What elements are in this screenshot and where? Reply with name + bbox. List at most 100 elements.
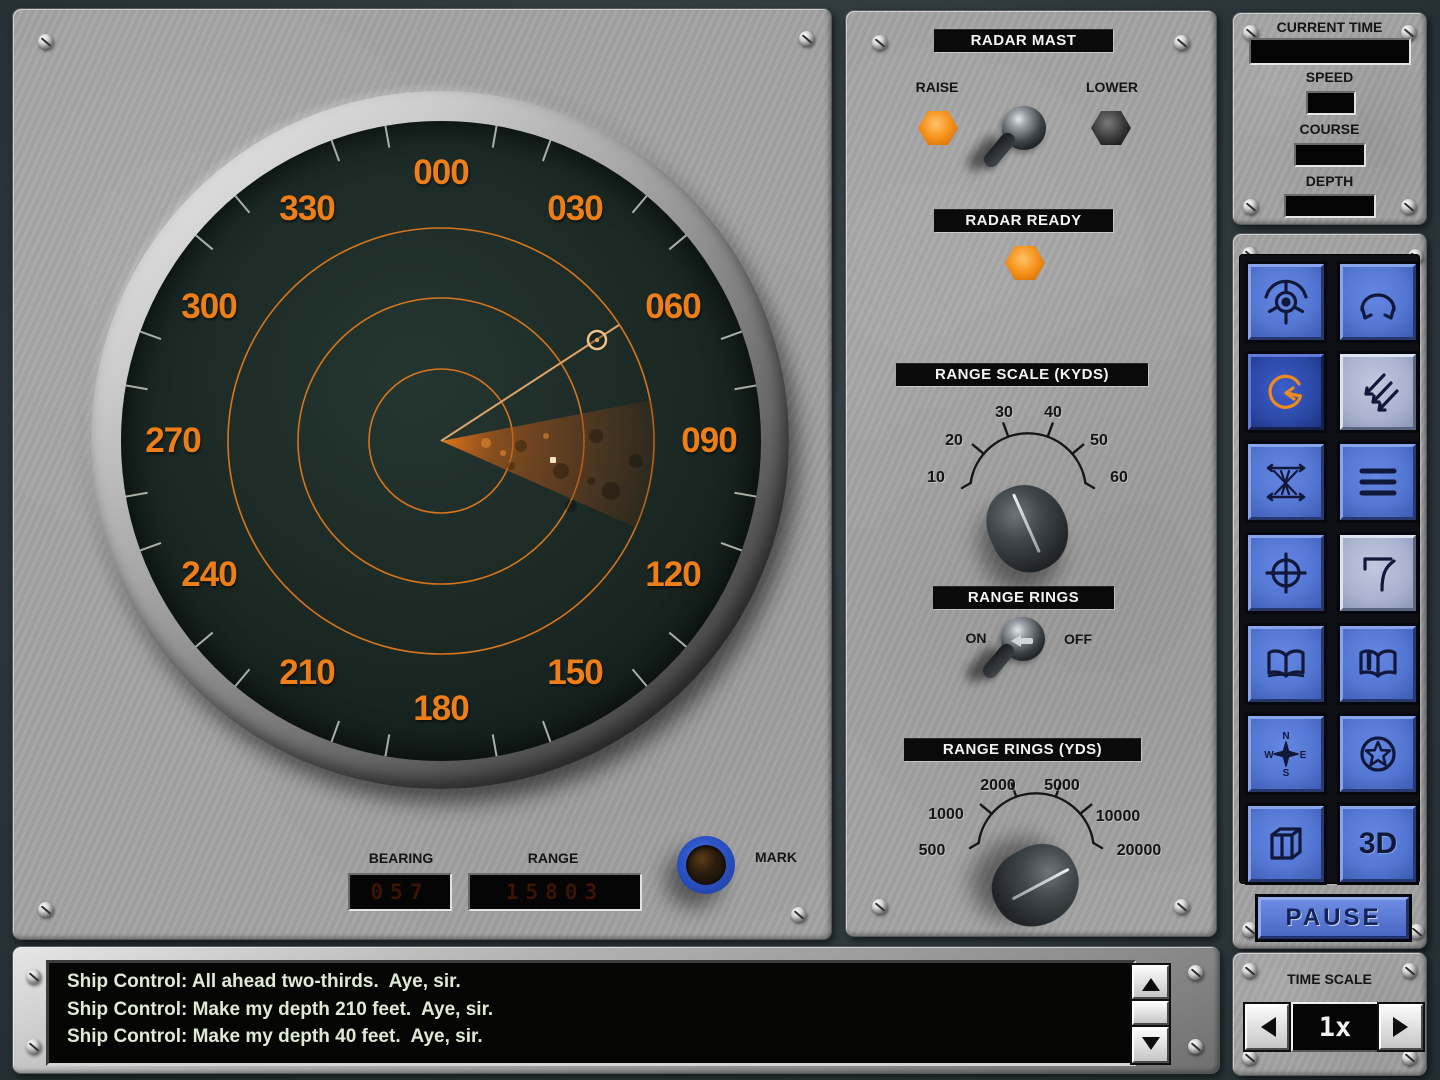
lower-mast-button[interactable] <box>1091 111 1131 145</box>
svg-text:S: S <box>1283 768 1290 778</box>
bearing-label-030: 030 <box>547 189 602 229</box>
radar-scope[interactable]: 000 030 060 090 120 150 180 210 240 270 … <box>91 91 791 791</box>
range-readout-label: RANGE <box>503 850 603 866</box>
rings-tick-20000: 20000 <box>1117 842 1162 860</box>
range-rings-knob-widget[interactable]: 500 1000 2000 5000 10000 20000 <box>896 766 1176 936</box>
range-scale-tick-30: 30 <box>995 404 1013 422</box>
course-display <box>1294 143 1366 167</box>
station-button-3d-view[interactable]: 3D <box>1340 806 1416 882</box>
radar-mast-toggle[interactable] <box>1002 106 1046 150</box>
station-button-weapons[interactable] <box>1340 354 1416 430</box>
station-button-navigation[interactable] <box>1248 535 1324 611</box>
bearing-label-300: 300 <box>181 287 236 327</box>
knob-pointer <box>1011 867 1069 900</box>
screw <box>1243 199 1258 214</box>
station-button-compass-nav[interactable]: N S W E <box>1248 716 1324 792</box>
screw <box>1174 899 1189 914</box>
range-scale-tick-50: 50 <box>1090 432 1108 450</box>
pause-button[interactable]: PAUSE <box>1258 897 1409 939</box>
3d-label: 3D <box>1359 827 1397 861</box>
station-button-radar[interactable] <box>1248 354 1324 430</box>
station-button-contacts[interactable] <box>1340 716 1416 792</box>
screw <box>872 35 887 50</box>
screw <box>1242 922 1257 937</box>
open-book-icon <box>1262 640 1310 688</box>
log-scroll-down-button[interactable] <box>1132 1027 1169 1063</box>
screw <box>38 902 53 917</box>
raise-mast-button[interactable] <box>918 111 958 145</box>
helm-wheel-icon <box>1262 278 1310 326</box>
locker-box-icon <box>1262 820 1310 868</box>
raise-label: RAISE <box>897 79 977 95</box>
radar-ready-light[interactable] <box>1005 246 1045 280</box>
range-scale-knob-widget[interactable]: 10 20 30 40 50 60 <box>888 406 1168 576</box>
mark-button[interactable] <box>677 836 735 894</box>
range-rings-toggle[interactable] <box>1001 617 1045 661</box>
course-label: COURSE <box>1233 121 1426 137</box>
right-arrow-icon <box>1393 1017 1418 1037</box>
range-readout: 15803 <box>468 873 642 911</box>
current-time-display <box>1249 38 1411 65</box>
headphones-icon <box>1354 278 1402 326</box>
station-button-log-book[interactable] <box>1248 626 1324 702</box>
screw <box>1409 924 1424 939</box>
station-button-helm[interactable] <box>1248 264 1324 340</box>
screw <box>1188 965 1203 980</box>
screw <box>799 31 814 46</box>
rings-tick-500: 500 <box>919 842 946 860</box>
time-scale-increase-button[interactable] <box>1379 1004 1423 1050</box>
log-scroll-up-button[interactable] <box>1132 965 1169 999</box>
time-scale-decrease-button[interactable] <box>1245 1004 1289 1050</box>
mark-label: MARK <box>746 849 806 865</box>
rings-tick-5000: 5000 <box>1044 777 1080 795</box>
down-arrow-icon <box>1142 1037 1160 1060</box>
depth-display <box>1284 194 1376 218</box>
screw <box>26 1039 41 1054</box>
station-button-ship-status[interactable] <box>1248 806 1324 882</box>
log-scrollbar-thumb[interactable] <box>1132 1001 1169 1025</box>
time-scale-panel: TIME SCALE 1x <box>1232 952 1427 1076</box>
station-button-message-log[interactable] <box>1340 444 1416 520</box>
screw <box>791 907 806 922</box>
radar-mast-title: RADAR MAST <box>934 29 1113 52</box>
svg-text:N: N <box>1282 731 1289 742</box>
bearing-label-270: 270 <box>145 421 200 461</box>
speed-label: SPEED <box>1233 69 1426 85</box>
log-message: Ship Control: All ahead two-thirds. Aye,… <box>67 971 461 993</box>
screw <box>1402 1050 1417 1065</box>
crosshair-circle-icon <box>1262 549 1310 597</box>
radar-control-panel: RADAR MAST RAISE LOWER RADAR READY RANGE… <box>845 10 1217 937</box>
range-scale-title: RANGE SCALE (KYDS) <box>896 363 1148 386</box>
current-time-label: CURRENT TIME <box>1233 19 1426 35</box>
screw <box>1174 35 1189 50</box>
knob-pointer <box>1012 494 1041 554</box>
range-rings-off-label: OFF <box>1048 631 1108 647</box>
compass-rose-icon: N S W E <box>1262 730 1310 778</box>
screw <box>1242 1050 1257 1065</box>
log-message: Ship Control: Make my depth 210 feet. Ay… <box>67 999 493 1021</box>
bearing-label-120: 120 <box>645 555 700 595</box>
speed-display <box>1306 91 1356 115</box>
screw <box>1188 1039 1203 1054</box>
bearing-label-210: 210 <box>279 653 334 693</box>
bearing-label-000: 000 <box>413 153 468 193</box>
station-button-chart[interactable] <box>1340 535 1416 611</box>
station-button-manual[interactable] <box>1340 626 1416 702</box>
screw <box>872 899 887 914</box>
radar-scope-panel: 000 030 060 090 120 150 180 210 240 270 … <box>12 8 832 940</box>
station-button-sonar[interactable] <box>1340 264 1416 340</box>
screw <box>38 34 53 49</box>
message-log-panel: Ship Control: All ahead two-thirds. Aye,… <box>12 946 1220 1074</box>
toggle-arrow-bar <box>1015 638 1033 644</box>
station-button-tma[interactable] <box>1248 444 1324 520</box>
time-scale-display: 1x <box>1291 1002 1379 1052</box>
range-scale-tick-60: 60 <box>1110 469 1128 487</box>
bearing-readout-label: BEARING <box>351 850 451 866</box>
screw <box>26 969 41 984</box>
svg-text:E: E <box>1300 750 1307 761</box>
message-log-screen: Ship Control: All ahead two-thirds. Aye,… <box>46 960 1136 1066</box>
station-button-panel: N S W E 3D PAUSE <box>1232 233 1427 949</box>
curve-chart-icon <box>1354 549 1402 597</box>
bearing-readout: 057 <box>348 873 452 911</box>
bookmarked-book-icon <box>1354 640 1402 688</box>
